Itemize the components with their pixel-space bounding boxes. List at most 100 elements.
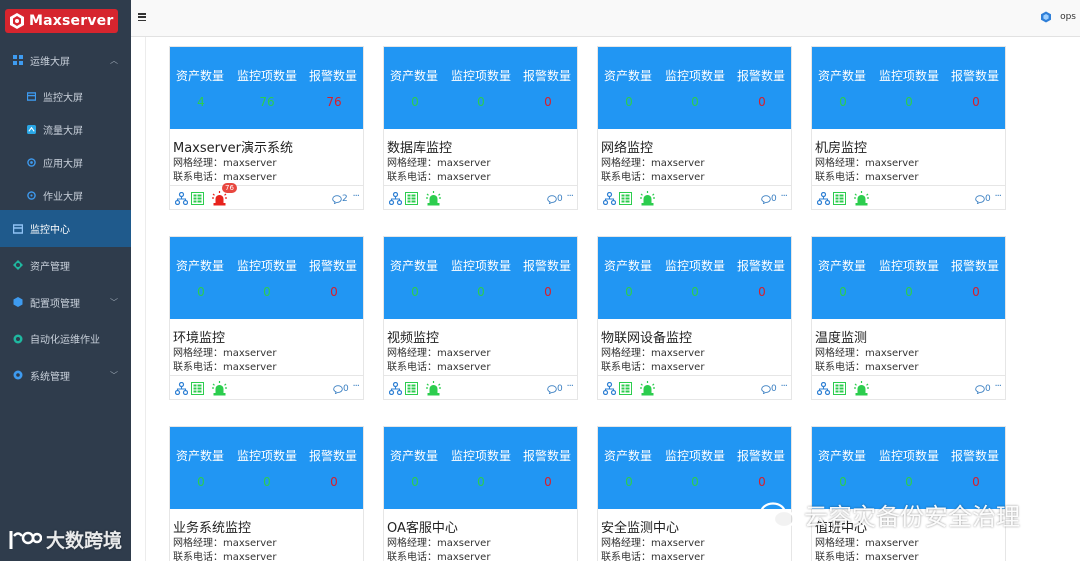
- stat-value-assets[interactable]: 0: [609, 285, 649, 299]
- monitor-card[interactable]: 资产数量 4 监控项数量 76 报警数量 76 Maxserver演示系统 网格经理：maxs…: [169, 46, 364, 210]
- list-icon[interactable]: [405, 382, 418, 395]
- more-options-icon[interactable]: ···: [780, 381, 787, 392]
- list-icon[interactable]: [405, 192, 418, 205]
- user-menu[interactable]: ops: [1040, 11, 1076, 23]
- stat-value-alarms[interactable]: 76: [314, 95, 354, 109]
- monitor-card[interactable]: 资产数量 0 监控项数量 0 报警数量 0 物联网设备监控 网格经理：maxserver 联系电…: [597, 236, 792, 400]
- stat-value-items[interactable]: 0: [889, 475, 929, 489]
- comments-button[interactable]: 0: [333, 384, 349, 394]
- stat-value-items[interactable]: 0: [675, 475, 715, 489]
- sidebar-item-6[interactable]: 资产管理: [0, 247, 131, 283]
- list-icon[interactable]: [191, 382, 204, 395]
- stat-value-items[interactable]: 0: [675, 95, 715, 109]
- list-icon[interactable]: [833, 192, 846, 205]
- list-icon[interactable]: [619, 382, 632, 395]
- topology-icon[interactable]: [603, 192, 616, 205]
- comments-button[interactable]: 0: [975, 194, 991, 204]
- stat-value-items[interactable]: 0: [461, 475, 501, 489]
- more-options-icon[interactable]: ···: [352, 191, 359, 202]
- stat-value-alarms[interactable]: 0: [956, 475, 996, 489]
- stat-value-items[interactable]: 0: [889, 95, 929, 109]
- stat-value-alarms[interactable]: 0: [528, 95, 568, 109]
- alarm-siren-icon[interactable]: [426, 191, 441, 206]
- stat-value-items[interactable]: 76: [247, 95, 287, 109]
- sidebar-item-4[interactable]: 作业大屏: [0, 177, 131, 213]
- menu-toggle-icon[interactable]: [138, 13, 146, 22]
- comments-button[interactable]: 0: [761, 384, 777, 394]
- stat-value-items[interactable]: 0: [675, 285, 715, 299]
- comments-button[interactable]: 0: [547, 384, 563, 394]
- sidebar-item-3[interactable]: 应用大屏: [0, 147, 131, 177]
- more-options-icon[interactable]: ···: [994, 381, 1001, 392]
- sidebar-item-2[interactable]: 流量大屏: [0, 114, 131, 144]
- logo[interactable]: Maxserver: [0, 0, 131, 42]
- topology-icon[interactable]: [175, 192, 188, 205]
- stat-value-alarms[interactable]: 0: [742, 475, 782, 489]
- stat-value-assets[interactable]: 0: [823, 95, 863, 109]
- monitor-card[interactable]: 资产数量 0 监控项数量 0 报警数量 0 安全监测中心 网格经理：maxserver 联系电话…: [597, 426, 792, 561]
- list-icon[interactable]: [191, 192, 204, 205]
- topology-icon[interactable]: [817, 192, 830, 205]
- sidebar-item-0[interactable]: 运维大屏 ︿: [0, 42, 131, 78]
- monitor-card[interactable]: 资产数量 0 监控项数量 0 报警数量 0 环境监控 网格经理：maxserver 联系电话：m…: [169, 236, 364, 400]
- stat-value-assets[interactable]: 0: [609, 95, 649, 109]
- stat-value-assets[interactable]: 0: [823, 475, 863, 489]
- monitor-card[interactable]: 资产数量 0 监控项数量 0 报警数量 0 网络监控 网格经理：maxserver 联系电话：m…: [597, 46, 792, 210]
- more-options-icon[interactable]: ···: [566, 381, 573, 392]
- stat-value-items[interactable]: 0: [461, 95, 501, 109]
- stat-value-alarms[interactable]: 0: [528, 285, 568, 299]
- alarm-siren-icon[interactable]: [854, 381, 869, 396]
- sidebar-item-9[interactable]: 系统管理 ﹀: [0, 357, 131, 393]
- monitor-card[interactable]: 资产数量 0 监控项数量 0 报警数量 0 数据库监控 网格经理：maxserver 联系电话：…: [383, 46, 578, 210]
- more-options-icon[interactable]: ···: [566, 191, 573, 202]
- monitor-card[interactable]: 资产数量 0 监控项数量 0 报警数量 0 机房监控 网格经理：maxserver 联系电话：m…: [811, 46, 1006, 210]
- stat-value-assets[interactable]: 4: [181, 95, 221, 109]
- stat-value-assets[interactable]: 0: [395, 475, 435, 489]
- alarm-siren-icon[interactable]: [212, 381, 227, 396]
- stat-value-assets[interactable]: 0: [395, 95, 435, 109]
- sidebar-item-5[interactable]: 监控中心: [0, 210, 131, 247]
- stat-value-alarms[interactable]: 0: [956, 95, 996, 109]
- more-options-icon[interactable]: ···: [780, 191, 787, 202]
- stat-value-alarms[interactable]: 0: [314, 285, 354, 299]
- list-icon[interactable]: [619, 192, 632, 205]
- topology-icon[interactable]: [389, 382, 402, 395]
- monitor-card[interactable]: 资产数量 0 监控项数量 0 报警数量 0 温度监测 网格经理：maxserver 联系电话：m…: [811, 236, 1006, 400]
- stat-value-assets[interactable]: 0: [181, 285, 221, 299]
- stat-value-alarms[interactable]: 0: [742, 95, 782, 109]
- monitor-card[interactable]: 资产数量 0 监控项数量 0 报警数量 0 视频监控 网格经理：maxserver 联系电话：m…: [383, 236, 578, 400]
- comments-button[interactable]: 0: [975, 384, 991, 394]
- stat-value-alarms[interactable]: 0: [742, 285, 782, 299]
- topology-icon[interactable]: [175, 382, 188, 395]
- alarm-siren-icon[interactable]: [426, 381, 441, 396]
- sidebar-item-1[interactable]: 监控大屏: [0, 78, 131, 114]
- more-options-icon[interactable]: ···: [352, 381, 359, 392]
- stat-value-alarms[interactable]: 0: [956, 285, 996, 299]
- comments-button[interactable]: 0: [547, 194, 563, 204]
- topology-icon[interactable]: [389, 192, 402, 205]
- alarm-siren-icon[interactable]: [854, 191, 869, 206]
- monitor-card[interactable]: 资产数量 0 监控项数量 0 报警数量 0 值班中心 网格经理：maxserver 联系电话：m…: [811, 426, 1006, 561]
- stat-value-items[interactable]: 0: [461, 285, 501, 299]
- alarm-siren-icon[interactable]: [212, 191, 227, 206]
- list-icon[interactable]: [833, 382, 846, 395]
- stat-value-assets[interactable]: 0: [823, 285, 863, 299]
- comments-button[interactable]: 2: [332, 194, 348, 204]
- stat-value-items[interactable]: 0: [247, 285, 287, 299]
- alarm-siren-icon[interactable]: [640, 191, 655, 206]
- topology-icon[interactable]: [817, 382, 830, 395]
- sidebar-item-7[interactable]: 配置项管理 ﹀: [0, 284, 131, 320]
- stat-value-assets[interactable]: 0: [181, 475, 221, 489]
- more-options-icon[interactable]: ···: [994, 191, 1001, 202]
- stat-value-alarms[interactable]: 0: [314, 475, 354, 489]
- monitor-card[interactable]: 资产数量 0 监控项数量 0 报警数量 0 OA客服中心 网格经理：maxserver 联系电话…: [383, 426, 578, 561]
- stat-value-alarms[interactable]: 0: [528, 475, 568, 489]
- alarm-siren-icon[interactable]: [640, 381, 655, 396]
- monitor-card[interactable]: 资产数量 0 监控项数量 0 报警数量 0 业务系统监控 网格经理：maxserver 联系电话…: [169, 426, 364, 561]
- stat-value-assets[interactable]: 0: [395, 285, 435, 299]
- stat-value-items[interactable]: 0: [889, 285, 929, 299]
- sidebar-item-8[interactable]: 自动化运维作业: [0, 320, 131, 357]
- stat-value-assets[interactable]: 0: [609, 475, 649, 489]
- topology-icon[interactable]: [603, 382, 616, 395]
- comments-button[interactable]: 0: [761, 194, 777, 204]
